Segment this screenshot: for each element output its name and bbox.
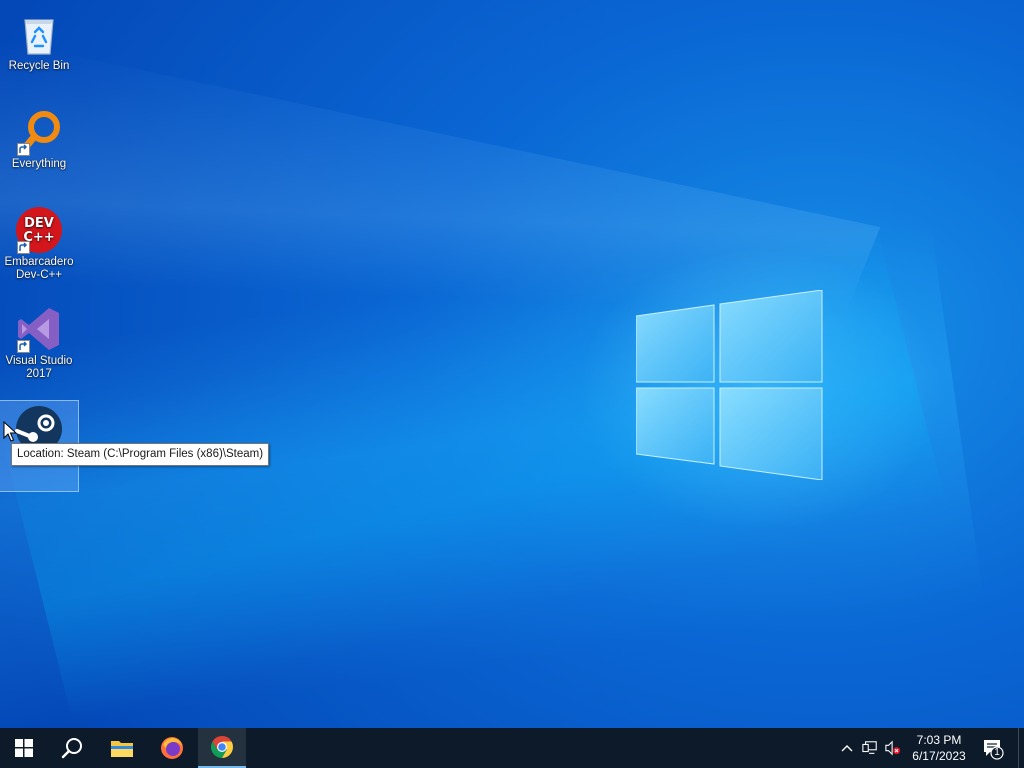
shortcut-arrow-icon: [17, 143, 30, 156]
search-icon: [61, 738, 82, 759]
taskbar-firefox[interactable]: [148, 728, 196, 768]
desktop-icon-recycle-bin[interactable]: Recycle Bin: [0, 6, 78, 96]
everything-search-icon: [15, 108, 63, 156]
visual-studio-icon: [15, 305, 63, 353]
desktop-icon-visual-studio[interactable]: Visual Studio 2017: [0, 301, 78, 391]
show-hidden-icons-chevron[interactable]: [839, 740, 855, 756]
taskbar: 7:03 PM 6/17/2023 1: [0, 728, 1024, 768]
network-icon[interactable]: [862, 740, 878, 756]
search-button[interactable]: [48, 728, 96, 768]
desktop-icon-label: Visual Studio 2017: [5, 355, 73, 380]
notification-count-badge: 1: [994, 747, 1000, 758]
taskbar-chrome[interactable]: [198, 728, 246, 768]
clock-time: 7:03 PM: [916, 733, 962, 747]
show-desktop-button[interactable]: [1018, 728, 1024, 768]
dev-cpp-icon: DEV C++: [15, 206, 63, 254]
taskbar-file-explorer[interactable]: [98, 728, 146, 768]
desktop-icon-everything[interactable]: Everything: [0, 104, 78, 194]
desktop-icon-label: Everything: [11, 158, 67, 170]
volume-muted-icon[interactable]: [885, 740, 901, 756]
desktop-icon-label: Embarcadero Dev-C++: [4, 256, 74, 281]
icon-location-tooltip: Location: Steam (C:\Program Files (x86)\…: [11, 443, 270, 466]
chrome-icon: [211, 736, 233, 758]
desktop-icon-dev-cpp[interactable]: DEV C++ Embarcadero Dev-C++: [0, 202, 78, 292]
firefox-icon: [161, 737, 183, 759]
system-clock[interactable]: 7:03 PM 6/17/2023: [906, 732, 972, 764]
windows-logo-wallpaper: [636, 290, 823, 480]
shortcut-arrow-icon: [17, 241, 30, 254]
mouse-cursor-icon: [3, 421, 17, 442]
desktop-icon-label: Recycle Bin: [8, 60, 70, 72]
desktop[interactable]: Recycle Bin Everything DEV C++ Embarcade…: [0, 0, 1024, 728]
light-beam: [0, 220, 984, 728]
clock-date: 6/17/2023: [912, 749, 966, 763]
dev-cpp-glyph-line1: DEV: [24, 216, 54, 231]
start-button[interactable]: [0, 728, 48, 768]
recycle-bin-icon: [15, 10, 63, 58]
shortcut-arrow-icon: [17, 340, 30, 353]
file-explorer-icon: [111, 741, 133, 757]
action-center-button[interactable]: 1: [982, 738, 1004, 760]
start-icon: [15, 739, 33, 757]
